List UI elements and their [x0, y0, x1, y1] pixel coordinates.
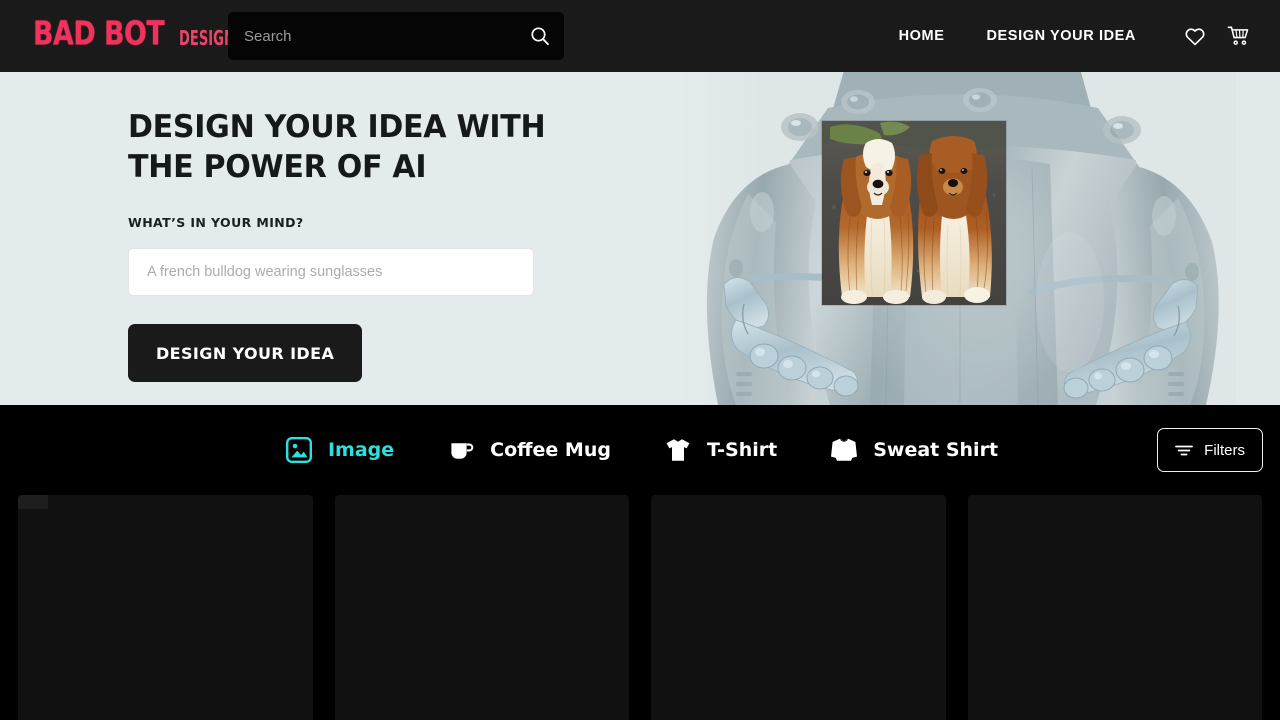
heart-icon: [1185, 28, 1205, 46]
logo[interactable]: BAD BOT DESIGN: [33, 14, 247, 53]
sweatshirt-icon: [827, 433, 861, 467]
search-bar[interactable]: [228, 12, 564, 60]
search-button[interactable]: [516, 12, 564, 60]
result-card-3[interactable]: [651, 495, 946, 720]
logo-sub-text: DESIGN: [178, 25, 235, 50]
category-tabbar: Image Coffee Mug T-Shirt Sweat Shirt Fil…: [0, 405, 1280, 495]
dogs-image: [822, 121, 1006, 305]
hero-subtitle: WHAT’S IN YOUR MIND?: [128, 215, 304, 230]
wishlist-button[interactable]: [1180, 21, 1210, 51]
filter-icon: [1175, 443, 1194, 457]
tab-coffee-mug-label: Coffee Mug: [490, 439, 611, 461]
category-tabs: Image Coffee Mug T-Shirt Sweat Shirt: [282, 433, 998, 467]
hero-content: DESIGN YOUR IDEA WITH THE POWER OF AI WH…: [128, 107, 598, 382]
main-nav: HOME DESIGN YOUR IDEA: [899, 0, 1254, 72]
design-your-idea-button[interactable]: DESIGN YOUR IDEA: [128, 324, 363, 382]
tab-image-label: Image: [327, 439, 395, 461]
nav-item-home[interactable]: HOME: [899, 28, 945, 44]
cart-icon: [1227, 26, 1249, 45]
idea-prompt-input[interactable]: [128, 248, 534, 296]
nav-item-design-your-idea[interactable]: DESIGN YOUR IDEA: [986, 28, 1136, 44]
filters-button[interactable]: Filters: [1157, 428, 1263, 472]
site-header: BAD BOT DESIGN HOME DESIGN YOUR IDEA: [0, 0, 1280, 72]
tab-tshirt-label: T-Shirt: [706, 439, 778, 461]
tab-sweatshirt-label: Sweat Shirt: [873, 439, 999, 461]
dog-left: [838, 139, 914, 304]
dog-right: [916, 136, 992, 304]
hero-section: DESIGN YOUR IDEA WITH THE POWER OF AI WH…: [0, 72, 1280, 405]
image-icon: [282, 433, 316, 467]
results-grid: [0, 495, 1280, 720]
result-card-4[interactable]: [967, 495, 1262, 720]
tshirt-icon: [661, 433, 695, 467]
tab-coffee-mug[interactable]: Coffee Mug: [444, 433, 611, 467]
logo-main-text: BAD BOT: [33, 13, 165, 53]
cart-button[interactable]: [1224, 21, 1254, 51]
generated-image-preview: [822, 121, 1006, 305]
hero-title: DESIGN YOUR IDEA WITH THE POWER OF AI: [128, 109, 546, 185]
coffee-mug-icon: [444, 433, 478, 467]
search-input[interactable]: [228, 12, 516, 60]
tab-image[interactable]: Image: [282, 433, 394, 467]
result-card-1[interactable]: [18, 495, 313, 720]
filters-label: Filters: [1204, 441, 1245, 459]
tab-tshirt[interactable]: T-Shirt: [661, 433, 777, 467]
search-icon: [531, 27, 549, 46]
tab-sweatshirt[interactable]: Sweat Shirt: [827, 433, 998, 467]
result-card-2[interactable]: [334, 495, 629, 720]
